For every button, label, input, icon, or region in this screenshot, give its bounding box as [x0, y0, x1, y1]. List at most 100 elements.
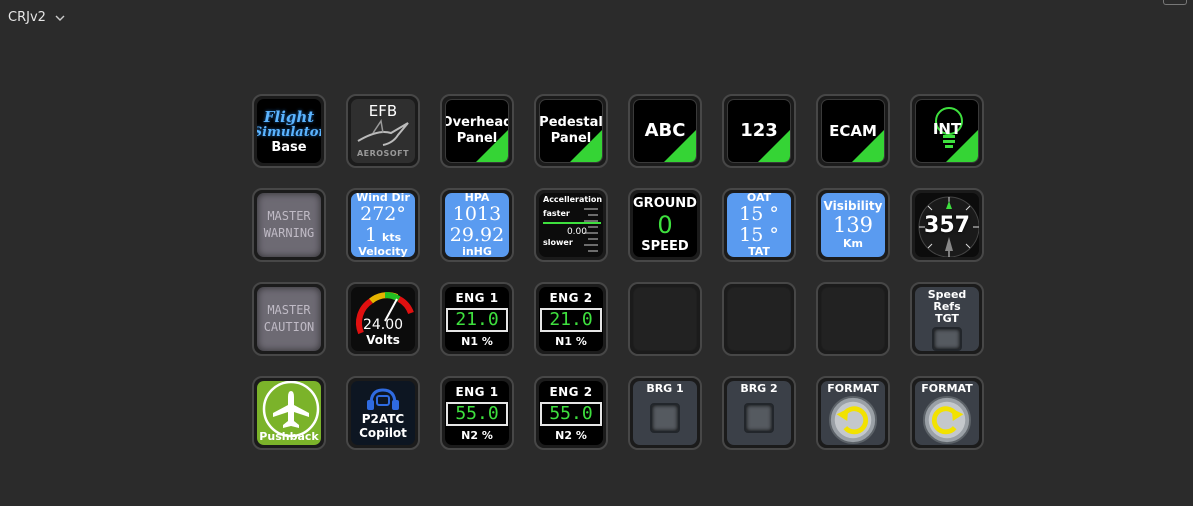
heading-value: 357	[924, 212, 970, 238]
speed-refs-line3: TGT	[935, 312, 959, 325]
pedestal-line1: Pedestal	[539, 115, 603, 130]
wind-unit: kts	[382, 231, 402, 244]
key-heading[interactable]: 357	[910, 188, 984, 262]
key-eng1-n1[interactable]: ENG 1 21.0 N1 %	[440, 282, 514, 356]
hpa-footer: inHG	[462, 245, 492, 258]
key-master-caution[interactable]: MASTER CAUTION	[252, 282, 326, 356]
tat-value: 15 °	[739, 224, 779, 246]
eng1-n2-title: ENG 1	[455, 384, 499, 399]
key-eng1-n2[interactable]: ENG 1 55.0 N2 %	[440, 376, 514, 450]
ground-footer: SPEED	[641, 239, 689, 254]
volts-value: 24.00	[362, 317, 404, 333]
key-empty-2[interactable]	[722, 282, 796, 356]
key-visibility[interactable]: Visibility 139 Km	[816, 188, 890, 262]
brg1-title: BRG 1	[646, 382, 684, 395]
tat-footer: TAT	[748, 245, 770, 258]
key-wind[interactable]: Wind Dir 272° 1 kts Velocity	[346, 188, 420, 262]
visibility-title: Visibility	[823, 199, 883, 213]
wind-direction: 272°	[360, 203, 406, 225]
key-flight-simulator-base[interactable]: Flight Simulator Base	[252, 94, 326, 168]
ground-speed-value: 0	[657, 211, 673, 239]
key-volts[interactable]: 24.00 Volts	[346, 282, 420, 356]
key-empty-3[interactable]	[816, 282, 890, 356]
profile-selector[interactable]: CRJv2	[8, 10, 66, 25]
key-ecam[interactable]: ECAM	[816, 94, 890, 168]
key-eng2-n2[interactable]: ENG 2 55.0 N2 %	[534, 376, 608, 450]
volts-unit: Volts	[366, 333, 400, 347]
headset-icon	[367, 388, 399, 410]
oat-value: 15 °	[739, 203, 779, 225]
key-eng2-n1[interactable]: ENG 2 21.0 N1 %	[534, 282, 608, 356]
efb-brand: AEROSOFT	[356, 148, 410, 158]
key-p2atc-copilot[interactable]: P2ATC Copilot	[346, 376, 420, 450]
master-warning-line2: WARNING	[263, 226, 315, 240]
eng2-n2-unit: N2 %	[555, 428, 587, 442]
visibility-unit: Km	[843, 237, 863, 250]
eng2-n1-unit: N1 %	[555, 334, 587, 348]
ecam-label: ECAM	[829, 122, 877, 140]
window-corner-button[interactable]	[1163, 0, 1187, 5]
eng1-n2-unit: N2 %	[461, 428, 493, 442]
format-left-title: FORMAT	[827, 382, 879, 395]
int-label: INT	[932, 120, 962, 138]
key-overhead-panel[interactable]: Overhead Panel	[440, 94, 514, 168]
brg1-button-face	[650, 403, 680, 433]
wind-speed: 1	[364, 224, 377, 246]
rotate-left-icon	[828, 395, 878, 445]
inhg-value: 29.92	[449, 224, 505, 246]
speed-refs-button-face	[932, 327, 962, 351]
key-ground-speed[interactable]: GROUND 0 SPEED	[628, 188, 702, 262]
key-int[interactable]: INT	[910, 94, 984, 168]
brg2-title: BRG 2	[740, 382, 778, 395]
eng2-n2-title: ENG 2	[549, 384, 593, 399]
fs-label: Base	[271, 140, 307, 155]
key-brg1[interactable]: BRG 1	[628, 376, 702, 450]
eng1-n1-unit: N1 %	[461, 334, 493, 348]
eng2-n1-title: ENG 2	[549, 290, 593, 305]
key-master-warning[interactable]: MASTER WARNING	[252, 188, 326, 262]
key-speed-refs[interactable]: Speed Refs TGT	[910, 282, 984, 356]
key-pushback[interactable]: Pushback	[252, 376, 326, 450]
eng1-n1-value: 21.0	[446, 307, 508, 332]
p2atc-line1: P2ATC	[361, 412, 405, 426]
hpa-value: 1013	[452, 203, 502, 225]
master-warning-line1: MASTER	[267, 209, 311, 223]
eng2-n2-value: 55.0	[540, 401, 602, 426]
key-oat[interactable]: OAT 15 ° 15 ° TAT	[722, 188, 796, 262]
overhead-line1: Overhead	[445, 115, 509, 130]
chevron-down-icon	[55, 15, 65, 21]
brg2-button-face	[744, 403, 774, 433]
fs-logo: Flight Simulator	[257, 108, 321, 140]
efb-title: EFB	[368, 101, 398, 120]
key-pedestal-panel[interactable]: Pedestal Panel	[534, 94, 608, 168]
profile-name: CRJv2	[8, 10, 46, 25]
visibility-value: 139	[832, 213, 874, 237]
wind-footer: Velocity	[358, 245, 408, 258]
key-efb[interactable]: EFB AEROSOFT	[346, 94, 420, 168]
key-grid: Flight Simulator Base EFB AEROSOFT Overh…	[252, 94, 984, 450]
key-format-left[interactable]: FORMAT	[816, 376, 890, 450]
overhead-line2: Panel	[456, 131, 498, 146]
key-abc[interactable]: ABC	[628, 94, 702, 168]
format-right-title: FORMAT	[921, 382, 973, 395]
eng1-n1-title: ENG 1	[455, 290, 499, 305]
key-format-right[interactable]: FORMAT	[910, 376, 984, 450]
aerosoft-plane-icon	[357, 118, 409, 146]
pedestal-line2: Panel	[550, 131, 592, 146]
eng2-n1-value: 21.0	[540, 307, 602, 332]
ground-title: GROUND	[633, 196, 697, 211]
key-123[interactable]: 123	[722, 94, 796, 168]
key-acceleration[interactable]: Accelleration faster 0.00 slower	[534, 188, 608, 262]
rotate-right-icon	[922, 395, 972, 445]
key-hpa[interactable]: HPA 1013 29.92 inHG	[440, 188, 514, 262]
accel-title: Accelleration	[543, 195, 603, 204]
eng1-n2-value: 55.0	[446, 401, 508, 426]
master-caution-line2: CAUTION	[263, 320, 315, 334]
key-empty-1[interactable]	[628, 282, 702, 356]
key-brg2[interactable]: BRG 2	[722, 376, 796, 450]
pushback-label: Pushback	[259, 430, 319, 443]
p2atc-line2: Copilot	[359, 426, 407, 440]
abc-label: ABC	[644, 120, 686, 141]
n123-label: 123	[740, 120, 778, 141]
master-caution-line1: MASTER	[267, 303, 311, 317]
